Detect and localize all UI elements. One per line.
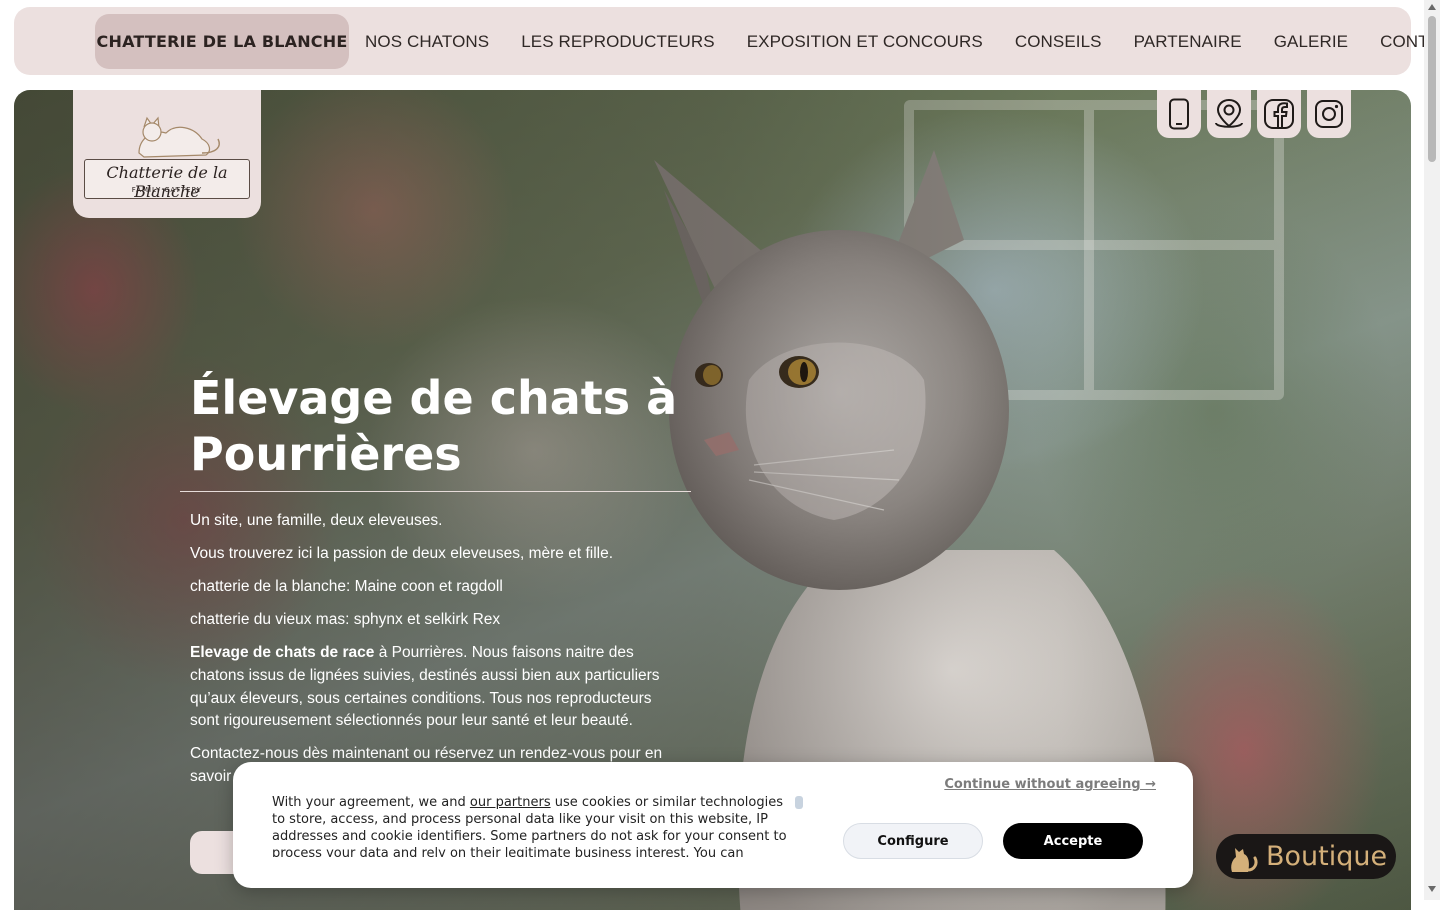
cookie-consent-banner: Continue without agreeing → With your ag…: [233, 762, 1193, 888]
phone-icon: [1169, 98, 1189, 130]
logo-card[interactable]: Chatterie de la Blanche FAMILY CATTERY: [73, 90, 261, 218]
nav-link-nos-chatons[interactable]: NOS CHATONS: [365, 32, 489, 52]
nav-brand-link[interactable]: CHATTERIE DE LA BLANCHE: [95, 14, 349, 69]
hero-paragraph-4: chatterie du vieux mas: sphynx et selkir…: [190, 611, 501, 629]
cat-logo-icon: [138, 116, 220, 158]
map-pin-icon: [1215, 98, 1243, 128]
configure-button[interactable]: Configure: [843, 823, 983, 859]
nav-link-conseils[interactable]: CONSEILS: [1015, 32, 1102, 52]
logo-subtitle: FAMILY CATTERY: [131, 186, 203, 194]
phone-link[interactable]: [1157, 90, 1201, 138]
instagram-icon: [1315, 100, 1343, 128]
boutique-button[interactable]: Boutique: [1216, 834, 1396, 879]
social-links: [1157, 90, 1357, 138]
cookie-consent-text: With your agreement, we and our partners…: [272, 794, 796, 857]
cat-silhouette-icon: [1231, 847, 1258, 872]
facebook-link[interactable]: [1257, 90, 1301, 138]
accept-button[interactable]: Accepte: [1003, 823, 1143, 859]
top-navigation: CHATTERIE DE LA BLANCHE NOS CHATONS LES …: [14, 7, 1440, 75]
nav-links: NOS CHATONS LES REPRODUCTEURS EXPOSITION…: [365, 14, 1440, 69]
facebook-icon: [1264, 99, 1294, 129]
our-partners-link[interactable]: our partners: [470, 795, 551, 810]
hero-paragraph-5-bold: Elevage de chats de race: [190, 644, 375, 662]
hero-paragraph-1: Un site, une famille, deux eleveuses.: [190, 512, 443, 529]
logo-script-text: Chatterie de la Blanche: [106, 163, 228, 201]
hero-paragraph-3: chatterie de la blanche: Maine coon et r…: [190, 578, 503, 596]
scroll-down-arrow-icon[interactable]: [1428, 886, 1436, 892]
nav-link-partenaire[interactable]: PARTENAIRE: [1134, 32, 1242, 52]
scroll-up-arrow-icon[interactable]: [1428, 4, 1436, 10]
continue-without-agreeing-link[interactable]: Continue without agreeing →: [944, 777, 1156, 792]
hero-paragraph-2: Vous trouverez ici la passion de deux el…: [190, 545, 614, 563]
hero-title: Élevage de chats à Pourrières: [190, 371, 678, 481]
scrollbar-thumb[interactable]: [1428, 16, 1436, 162]
nav-link-exposition[interactable]: EXPOSITION ET CONCOURS: [747, 32, 983, 52]
hero-divider: [180, 491, 691, 492]
logo: Chatterie de la Blanche FAMILY CATTERY: [84, 109, 250, 201]
cookie-text-scrollbar[interactable]: [795, 796, 803, 809]
hero-paragraph-5: Elevage de chats de race à Pourrières. N…: [190, 642, 680, 732]
page-scrollbar[interactable]: [1424, 0, 1440, 900]
cookie-text-start: With your agreement, we and: [272, 795, 470, 810]
nav-link-galerie[interactable]: GALERIE: [1274, 32, 1348, 52]
instagram-link[interactable]: [1307, 90, 1351, 138]
boutique-label: Boutique: [1266, 841, 1388, 872]
map-link[interactable]: [1207, 90, 1251, 138]
nav-link-reproducteurs[interactable]: LES REPRODUCTEURS: [521, 32, 714, 52]
hero-body: Un site, une famille, deux eleveuses. Vo…: [190, 510, 680, 799]
